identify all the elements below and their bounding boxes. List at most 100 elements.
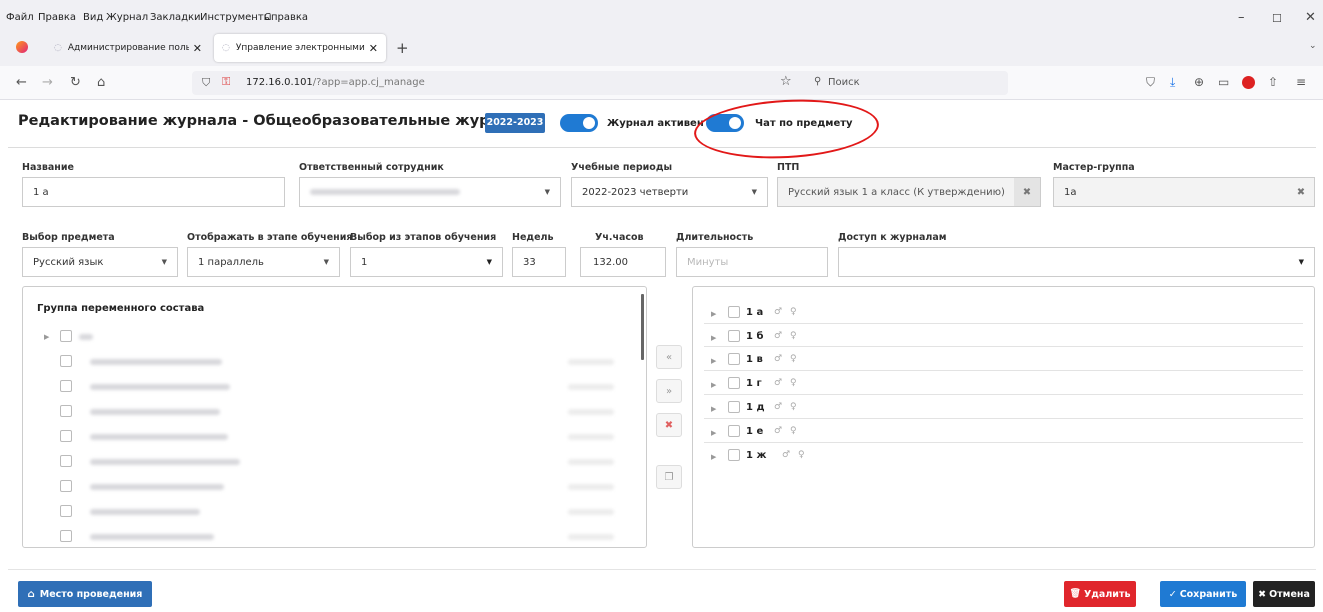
new-tab-icon[interactable]: + <box>396 39 409 57</box>
tab-users-admin[interactable]: ◌ Администрирование пользов ✕ <box>46 34 210 62</box>
group-name: 1 г <box>746 378 762 389</box>
expand-icon[interactable]: ▶ <box>711 453 716 461</box>
blurred-date <box>568 484 614 490</box>
back-icon[interactable]: ← <box>16 75 27 90</box>
group-checkbox[interactable] <box>60 330 72 342</box>
close-tab-icon[interactable]: ✕ <box>193 42 202 55</box>
page-title: Редактирование журнала - Общеобразовател… <box>18 113 534 129</box>
sidebar-icon[interactable]: ▭ <box>1218 75 1229 89</box>
menu-file[interactable]: Файл <box>6 12 34 23</box>
delete-button[interactable]: 🗑 Удалить <box>1064 581 1136 607</box>
journal-active-toggle[interactable] <box>560 114 598 132</box>
responsible-select[interactable]: ▼ <box>299 177 561 207</box>
expand-icon[interactable]: ▶ <box>44 333 49 341</box>
access-select[interactable]: ▼ <box>838 247 1315 277</box>
group-checkbox[interactable] <box>728 330 740 342</box>
student-checkbox[interactable] <box>60 430 72 442</box>
search-icon: ⚲ <box>814 76 822 87</box>
pocket-icon[interactable]: ⛉ <box>1146 75 1155 90</box>
firefox-icon <box>16 41 28 53</box>
menu-tools[interactable]: Инструменты <box>200 12 272 23</box>
tab-journals-manage[interactable]: ◌ Управление электронными ж ✕ <box>214 34 386 62</box>
left-panel-scrollbar[interactable] <box>641 294 644 360</box>
divider <box>704 370 1303 371</box>
group-checkbox[interactable] <box>728 425 740 437</box>
group-checkbox[interactable] <box>728 306 740 318</box>
student-checkbox[interactable] <box>60 480 72 492</box>
url-text: 172.16.0.101/?app=app.cj_manage <box>246 77 425 88</box>
hours-input[interactable]: 132.00 <box>580 247 666 277</box>
cancel-button[interactable]: ✖ Отмена <box>1253 581 1315 607</box>
ptp-select[interactable]: Русский язык 1 а класс (К утверждению) ✖ <box>777 177 1041 207</box>
male-icon: ♂ <box>774 331 783 341</box>
close-tab-icon[interactable]: ✕ <box>369 42 378 55</box>
stages-select[interactable]: 1 ▼ <box>350 247 503 277</box>
extension-globe-icon[interactable]: ⊕ <box>1194 75 1204 89</box>
menu-edit[interactable]: Правка <box>38 12 76 23</box>
close-window-icon[interactable]: ✕ <box>1305 10 1316 25</box>
divider <box>704 346 1303 347</box>
student-checkbox[interactable] <box>60 455 72 467</box>
student-checkbox[interactable] <box>60 355 72 367</box>
bookmark-star-icon[interactable]: ☆ <box>780 74 792 89</box>
search-box[interactable]: ⚲ Поиск <box>808 71 1008 95</box>
clear-master-group-icon[interactable]: ✖ <box>1288 178 1314 206</box>
menu-bookmarks[interactable]: Закладки <box>150 12 201 23</box>
remove-button[interactable]: ✖ <box>656 413 682 437</box>
subject-chat-toggle[interactable] <box>706 114 744 132</box>
move-left-button[interactable]: « <box>656 345 682 369</box>
student-checkbox[interactable] <box>60 530 72 542</box>
adblock-icon[interactable] <box>1242 76 1255 89</box>
student-checkbox[interactable] <box>60 380 72 392</box>
subject-chat-label: Чат по предмету <box>755 118 853 129</box>
subject-select[interactable]: Русский язык ▼ <box>22 247 178 277</box>
share-icon[interactable]: ⇧ <box>1268 75 1278 89</box>
expand-icon[interactable]: ▶ <box>711 381 716 389</box>
menu-history[interactable]: Журнал <box>106 12 148 23</box>
location-button[interactable]: ⌂ Место проведения <box>18 581 152 607</box>
student-checkbox[interactable] <box>60 505 72 517</box>
hours-label: Уч.часов <box>595 232 644 243</box>
ptp-label: ПТП <box>777 162 800 173</box>
reload-icon[interactable]: ↻ <box>70 75 81 90</box>
student-checkbox[interactable] <box>60 405 72 417</box>
blurred-student-name <box>90 484 224 490</box>
tab-list-chevron-icon[interactable]: ⌄ <box>1309 41 1317 51</box>
expand-icon[interactable]: ▶ <box>711 357 716 365</box>
blurred-student-name <box>90 509 200 515</box>
periods-select[interactable]: 2022-2023 четверти ▼ <box>571 177 768 207</box>
menu-view[interactable]: Вид <box>83 12 103 23</box>
minimize-icon[interactable]: – <box>1238 10 1245 25</box>
copy-button[interactable]: ❐ <box>656 465 682 489</box>
clear-ptp-icon[interactable]: ✖ <box>1014 178 1040 206</box>
menu-bar: Файл Правка Вид Журнал Закладки Инструме… <box>0 0 1323 30</box>
maximize-icon[interactable]: ☐ <box>1272 12 1282 25</box>
master-group-label: Мастер-группа <box>1053 162 1135 173</box>
group-checkbox[interactable] <box>728 401 740 413</box>
expand-icon[interactable]: ▶ <box>711 334 716 342</box>
group-checkbox[interactable] <box>728 353 740 365</box>
group-checkbox[interactable] <box>728 449 740 461</box>
expand-icon[interactable]: ▶ <box>711 310 716 318</box>
menu-help[interactable]: Справка <box>264 12 308 23</box>
move-right-button[interactable]: » <box>656 379 682 403</box>
responsible-label: Ответственный сотрудник <box>299 162 444 173</box>
female-icon: ♀ <box>790 402 797 412</box>
expand-icon[interactable]: ▶ <box>711 429 716 437</box>
display-stage-select[interactable]: 1 параллель ▼ <box>187 247 340 277</box>
weeks-input[interactable]: 33 <box>512 247 566 277</box>
forward-icon[interactable]: → <box>42 75 53 90</box>
blurred-date <box>568 534 614 540</box>
group-checkbox[interactable] <box>728 377 740 389</box>
downloads-icon[interactable]: ⤓ <box>1170 75 1175 90</box>
app-menu-icon[interactable]: ≡ <box>1296 75 1306 89</box>
save-button[interactable]: ✓ Сохранить <box>1160 581 1246 607</box>
blurred-date <box>568 509 614 515</box>
expand-icon[interactable]: ▶ <box>711 405 716 413</box>
name-input[interactable]: 1 а <box>22 177 285 207</box>
master-group-select[interactable]: 1а ✖ <box>1053 177 1315 207</box>
home-icon[interactable]: ⌂ <box>97 75 105 90</box>
duration-input[interactable]: Минуты <box>676 247 828 277</box>
check-icon: ✓ <box>1168 588 1177 600</box>
name-label: Название <box>22 162 74 173</box>
